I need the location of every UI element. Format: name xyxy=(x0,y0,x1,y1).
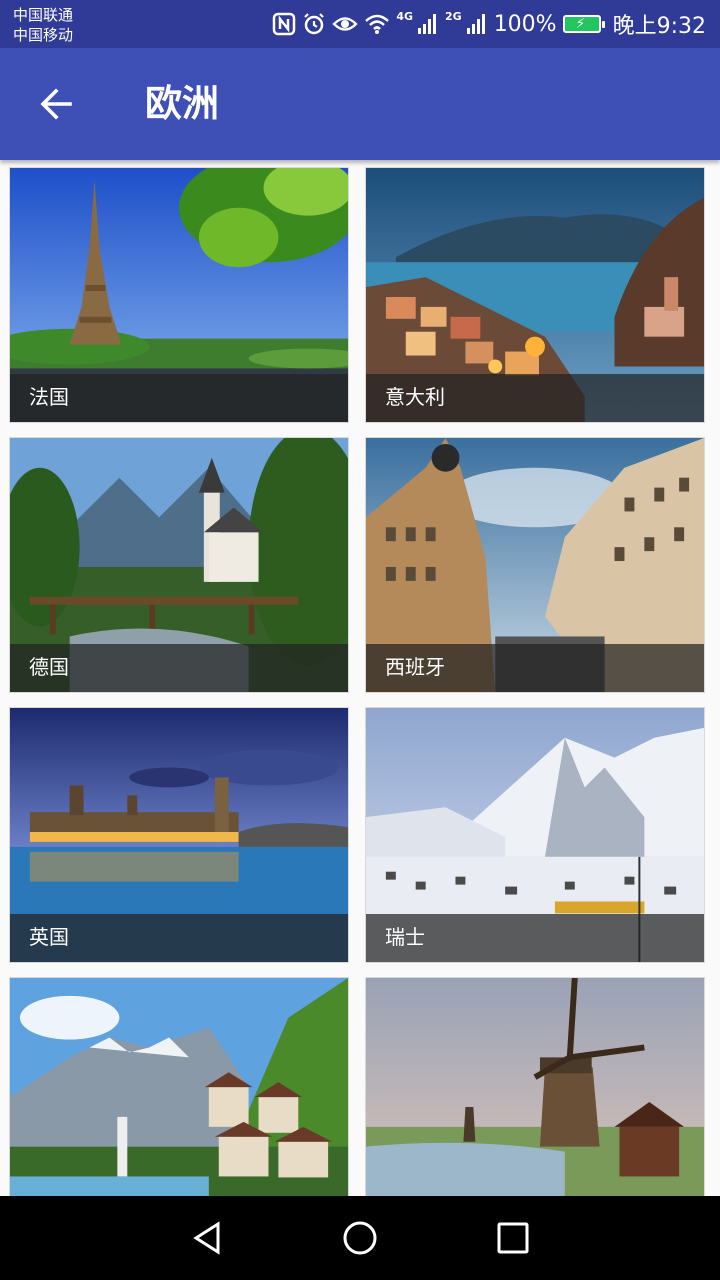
country-card-uk[interactable]: 英国 xyxy=(9,707,349,963)
app-bar: 欧洲 xyxy=(0,48,720,160)
lake-village-photo xyxy=(10,978,348,1196)
country-label: 英国 xyxy=(29,925,69,949)
wifi-icon xyxy=(364,13,390,35)
square-recents-icon xyxy=(497,1222,529,1254)
windmill-photo xyxy=(366,978,704,1196)
nav-recents-button[interactable] xyxy=(478,1203,548,1273)
country-label: 瑞士 xyxy=(385,925,425,949)
country-card-switzerland[interactable]: 瑞士 xyxy=(365,707,705,963)
battery-percent: 100% xyxy=(493,11,557,37)
country-label: 法国 xyxy=(29,385,69,409)
nav-home-button[interactable] xyxy=(325,1203,395,1273)
page-title: 欧洲 xyxy=(145,82,219,125)
nav-back-button[interactable] xyxy=(172,1203,242,1273)
country-card-windmill[interactable] xyxy=(365,977,705,1196)
country-card-italy[interactable]: 意大利 xyxy=(365,167,705,423)
carrier-1: 中国联通 xyxy=(13,6,74,24)
country-grid: 法国 意大利 德国 西班牙 英国 瑞士 xyxy=(0,160,720,1196)
status-bar: 中国联通 中国移动 4G 2G 100% ⚡ 晚上9:32 xyxy=(0,0,720,48)
status-icons: 4G 2G 100% ⚡ 晚上9:32 xyxy=(272,8,706,40)
nfc-icon xyxy=(272,12,296,36)
network-type-1: 4G xyxy=(396,10,413,23)
country-card-france[interactable]: 法国 xyxy=(9,167,349,423)
country-label: 西班牙 xyxy=(385,655,445,679)
battery-icon: ⚡ xyxy=(562,15,605,33)
carrier-info: 中国联通 中国移动 xyxy=(13,5,73,45)
carrier-2: 中国移动 xyxy=(13,26,74,44)
network-type-2: 2G xyxy=(445,10,462,23)
eye-icon xyxy=(332,13,358,35)
signal-icon xyxy=(417,13,439,35)
circle-home-icon xyxy=(343,1221,377,1255)
clock: 晚上9:32 xyxy=(612,14,706,39)
country-card-germany[interactable]: 德国 xyxy=(9,437,349,693)
country-label: 意大利 xyxy=(385,385,445,409)
triangle-back-icon xyxy=(192,1221,220,1255)
system-nav-bar xyxy=(0,1196,720,1280)
back-button[interactable] xyxy=(26,76,86,132)
alarm-icon xyxy=(302,12,326,36)
arrow-left-icon xyxy=(40,88,72,120)
country-card-spain[interactable]: 西班牙 xyxy=(365,437,705,693)
country-card-lake-village[interactable] xyxy=(9,977,349,1196)
signal-icon xyxy=(466,13,488,35)
country-label: 德国 xyxy=(29,655,69,679)
